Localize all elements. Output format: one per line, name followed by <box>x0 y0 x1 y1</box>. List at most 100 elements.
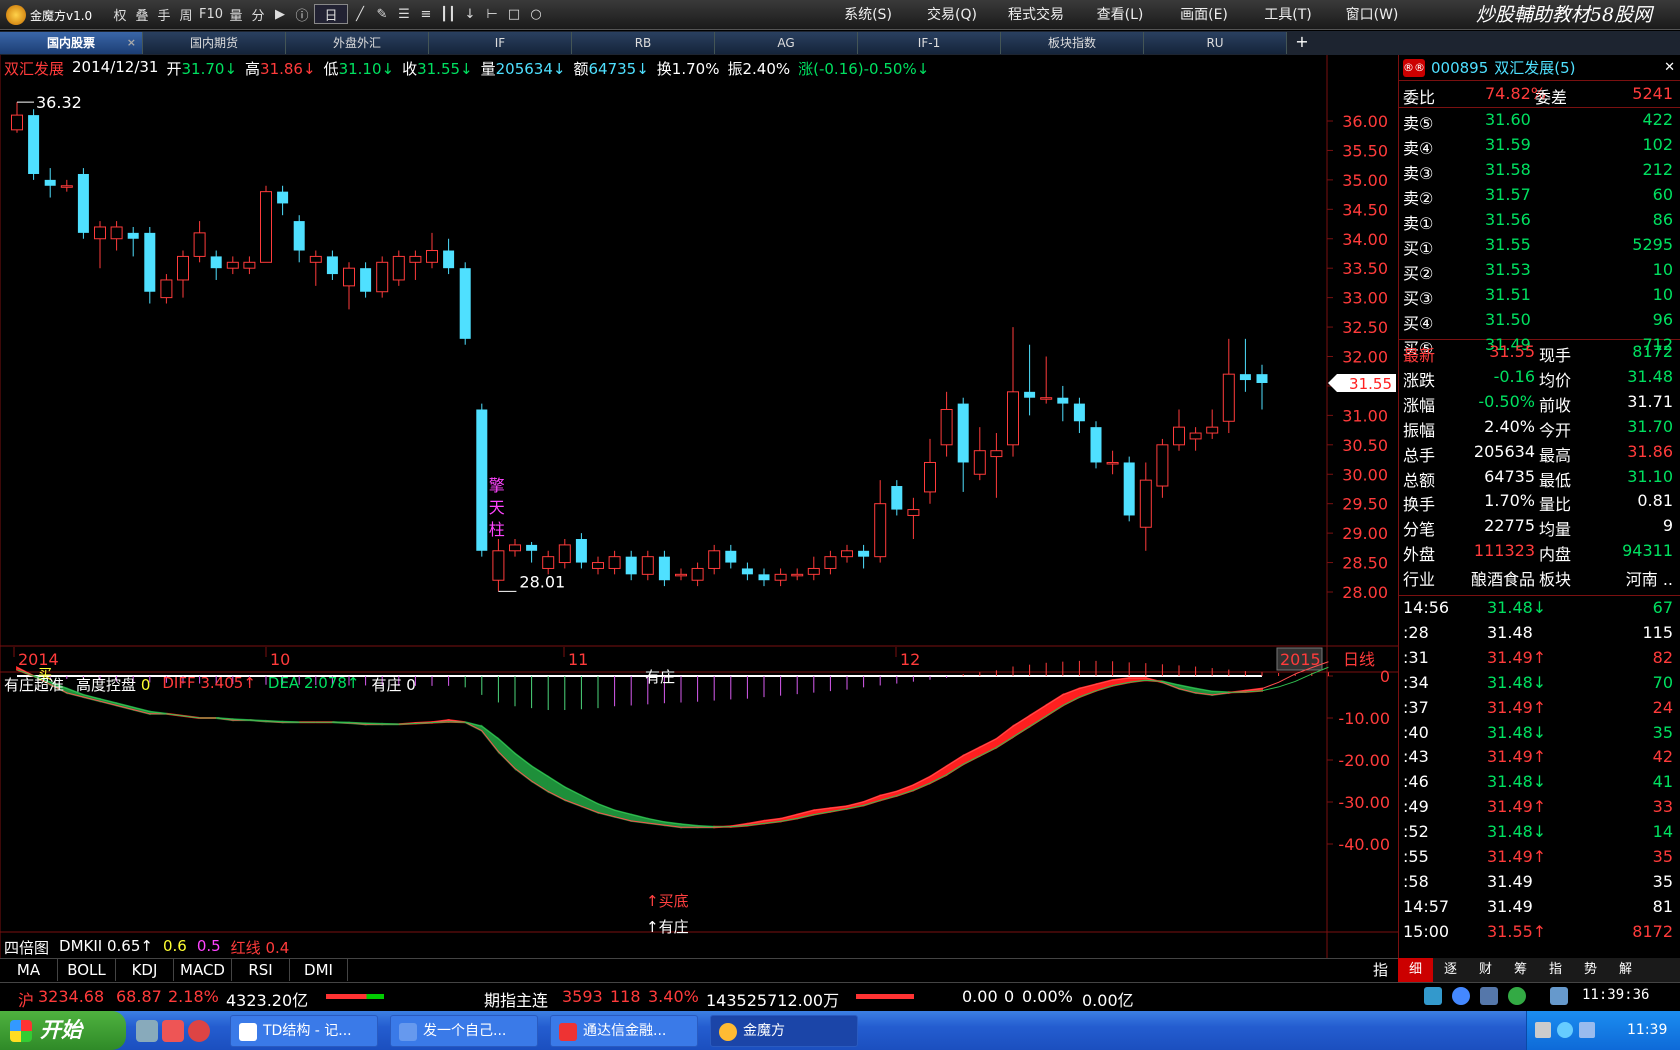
menu-program-trade[interactable]: 程式交易 <box>994 4 1078 24</box>
order-ratio-label: 委比 <box>1403 88 1436 107</box>
s-icon[interactable] <box>1452 987 1470 1005</box>
network-icon[interactable] <box>1424 987 1442 1005</box>
tick-time: 15:00 <box>1403 921 1450 941</box>
keyboard-icon[interactable] <box>1535 1022 1551 1038</box>
ind-tab-dmi[interactable]: DMI <box>290 959 348 981</box>
quote-stat-row: 涨跌 -0.16 均价 31.48 <box>1399 365 1680 390</box>
signal-icon[interactable] <box>1550 987 1568 1005</box>
close-panel-icon[interactable]: ✕ <box>1664 60 1675 75</box>
toolbar-minute-button[interactable]: 分 <box>248 4 268 24</box>
close-icon[interactable]: × <box>127 32 136 54</box>
toolbar-info-icon[interactable]: ⓘ <box>292 4 312 24</box>
stat-value: 31.70 <box>1627 416 1673 436</box>
toolbar-draw-line-icon[interactable]: ╱ <box>350 4 370 24</box>
qingtianzhu-label: 擎 <box>489 476 505 495</box>
sh-pct: 2.18% <box>168 987 219 1006</box>
candle-body <box>841 550 853 558</box>
tab-if-1[interactable]: IF-1 <box>858 32 1001 54</box>
tab-if[interactable]: IF <box>429 32 572 54</box>
quote-tab[interactable]: 细 <box>1398 958 1433 982</box>
quote-tab[interactable]: 指 <box>1538 958 1573 982</box>
tick-time: :55 <box>1403 847 1429 866</box>
menu-view[interactable]: 查看(L) <box>1078 4 1162 24</box>
quote-panel: ®® 000895 双汇发展(5) ✕ 委比 74.82% 委差 5241 卖⑤… <box>1398 55 1680 981</box>
taskbar-item-td[interactable]: TD结构 - 记... <box>230 1015 378 1047</box>
quote-stat-row: 换手 1.70% 量比 0.81 <box>1399 489 1680 514</box>
dea-value: 2.078↑ <box>303 674 360 692</box>
youzhuang-label: 有庄 <box>371 676 402 694</box>
toolbar-period-button[interactable]: 周 <box>176 4 196 24</box>
quicklaunch-browser-icon[interactable] <box>162 1020 184 1042</box>
candle-body <box>1189 432 1202 440</box>
ind-tab-kdj[interactable]: KDJ <box>116 959 174 981</box>
chart-area[interactable]: 36.00 35.50 35.00 34.50 34.00 33.50 33.00 32.50… <box>0 55 1398 958</box>
candle-body <box>675 573 687 577</box>
taskbar-item-post[interactable]: 发一个自己... <box>390 1015 538 1047</box>
candle-body <box>725 550 737 563</box>
stock-badge-icon[interactable]: ®® <box>1403 58 1425 77</box>
quicklaunch-media-icon[interactable] <box>188 1020 210 1042</box>
toolbar-right-button[interactable]: 权 <box>110 4 130 24</box>
toolbar-rect-icon[interactable]: □ <box>504 4 524 24</box>
sh-label: 沪 <box>18 991 35 1010</box>
start-button[interactable]: 开始 <box>0 1011 126 1050</box>
toolbar-cycle-icon[interactable]: ⊢ <box>482 4 502 24</box>
quote-tab[interactable]: 解 <box>1608 958 1643 982</box>
quicklaunch-desktop-icon[interactable] <box>136 1020 158 1042</box>
quote-tab[interactable]: 筹 <box>1503 958 1538 982</box>
toolbar-hand-button[interactable]: 手 <box>154 4 174 24</box>
ind-tab-boll[interactable]: BOLL <box>58 959 116 981</box>
menu-tools[interactable]: 工具(T) <box>1246 4 1330 24</box>
toolbar-volume-button[interactable]: 量 <box>226 4 246 24</box>
app-logo-icon <box>6 5 26 25</box>
candle-body <box>326 256 338 275</box>
candle-body <box>77 173 89 233</box>
quote-tab[interactable]: 财 <box>1468 958 1503 982</box>
tick-volume: 24 <box>1652 697 1673 717</box>
menu-trade[interactable]: 交易(Q) <box>910 4 994 24</box>
indicator-name: 有庄超准 <box>4 676 65 694</box>
toolbar-circle-icon[interactable]: ○ <box>526 4 546 24</box>
ind-tab-index[interactable]: 指 <box>1373 958 1388 982</box>
candle-body <box>957 403 969 463</box>
level-volume: 10 <box>1652 284 1673 304</box>
toolbar-f10-button[interactable]: F10 <box>198 4 224 24</box>
add-tab-button[interactable]: + <box>1287 31 1317 55</box>
stat-label: 总额 <box>1403 470 1436 490</box>
tab-domestic-stocks[interactable]: 国内股票 × <box>0 32 143 54</box>
ind-tab-rsi[interactable]: RSI <box>232 959 290 981</box>
ind-tab-ma[interactable]: MA <box>0 959 58 981</box>
stat-label: 量比 <box>1539 495 1572 515</box>
quote-tab[interactable]: 逐 <box>1433 958 1468 982</box>
tab-domestic-futures[interactable]: 国内期货 <box>143 32 286 54</box>
menu-window[interactable]: 窗口(W) <box>1330 4 1414 24</box>
toolbar-fib-icon[interactable]: ≡ <box>416 4 436 24</box>
macd-ribbon <box>962 745 981 766</box>
taskbar-item-jinmofang[interactable]: 金魔方 <box>710 1015 858 1047</box>
tab-ag[interactable]: AG <box>715 32 858 54</box>
quote-tab[interactable]: 势 <box>1573 958 1608 982</box>
menu-screen[interactable]: 画面(E) <box>1162 4 1246 24</box>
tab-sector-index[interactable]: 板块指数 <box>1001 32 1144 54</box>
futures-change: 118 <box>610 987 641 1006</box>
candle-body <box>392 255 405 281</box>
toolbar-pen-icon[interactable]: ✎ <box>372 4 392 24</box>
menu-system[interactable]: 系统(S) <box>826 4 910 24</box>
tab-ru[interactable]: RU <box>1144 32 1287 54</box>
toolbar-cycle-select[interactable]: 日 <box>314 4 348 24</box>
volume-icon[interactable] <box>1557 1022 1573 1038</box>
toolbar-bars-icon[interactable]: ┃┃ <box>438 4 458 24</box>
diff-value: 3.405↑ <box>200 674 256 692</box>
candle-body <box>807 567 820 575</box>
tab-rb[interactable]: RB <box>572 32 715 54</box>
toolbar-arrow-icon[interactable]: ↓ <box>460 4 480 24</box>
tab-forex[interactable]: 外盘外汇 <box>286 32 429 54</box>
refresh-icon[interactable] <box>1508 987 1526 1005</box>
toolbar-level-icon[interactable]: ☰ <box>394 4 414 24</box>
taskbar-item-tdx[interactable]: 通达信金融... <box>550 1015 698 1047</box>
network-tray-icon[interactable] <box>1579 1022 1595 1038</box>
screen-icon[interactable] <box>1480 987 1498 1005</box>
toolbar-overlay-button[interactable]: 叠 <box>132 4 152 24</box>
ind-tab-macd[interactable]: MACD <box>174 959 232 981</box>
toolbar-play-icon[interactable]: ▶ <box>270 4 290 24</box>
